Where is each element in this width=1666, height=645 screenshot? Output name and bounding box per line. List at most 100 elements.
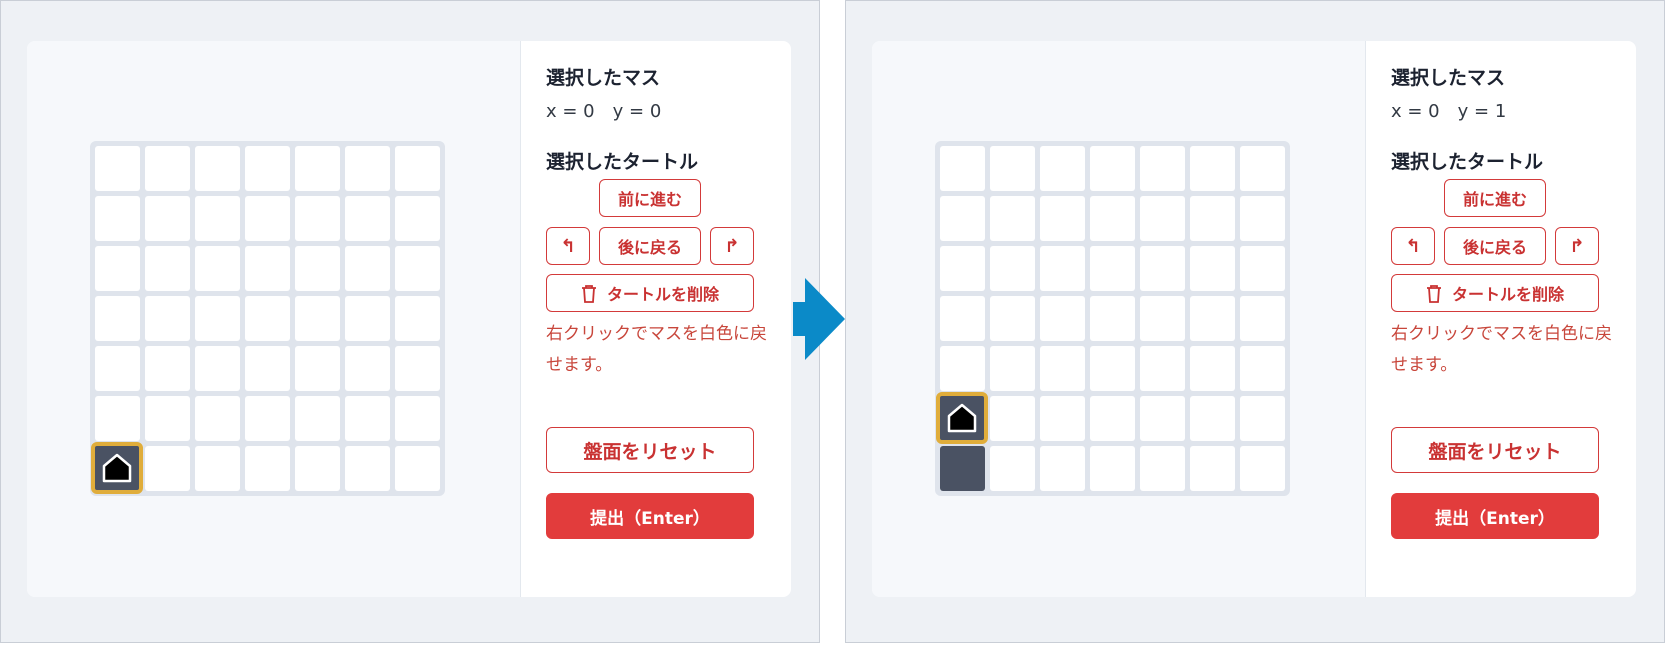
board-cell[interactable] [245,346,290,391]
board-cell[interactable] [345,196,390,241]
board-cell[interactable] [1140,446,1185,491]
board-cell[interactable] [95,196,140,241]
board-cell[interactable] [95,346,140,391]
board-cell[interactable] [195,196,240,241]
board-cell[interactable] [1090,196,1135,241]
board-cell[interactable] [1140,296,1185,341]
turtle-token[interactable] [936,392,988,444]
board-cell[interactable] [1140,246,1185,291]
board-cell[interactable] [395,296,440,341]
board-cell[interactable] [195,346,240,391]
board-cell[interactable] [245,446,290,491]
board-cell[interactable] [1240,146,1285,191]
board-cell[interactable] [1190,346,1235,391]
board-cell[interactable] [1040,246,1085,291]
submit-button[interactable]: 提出（Enter） [546,493,754,539]
board-cell[interactable] [145,246,190,291]
board-cell[interactable] [245,246,290,291]
board-cell[interactable] [1140,146,1185,191]
board-cell[interactable] [990,446,1035,491]
turn-right-button[interactable]: ↱ [1555,227,1599,265]
turtle-token[interactable] [91,442,143,494]
board-cell[interactable] [95,396,140,441]
board-cell[interactable] [295,396,340,441]
board-cell[interactable] [345,396,390,441]
board-cell[interactable] [295,346,340,391]
board-cell[interactable] [1090,346,1135,391]
board-cell[interactable] [145,396,190,441]
board-cell[interactable] [95,296,140,341]
board-cell[interactable] [145,146,190,191]
board-cell[interactable] [1040,446,1085,491]
board-cell[interactable] [1140,196,1185,241]
board-cell[interactable] [245,146,290,191]
reset-board-button[interactable]: 盤面をリセット [546,427,754,473]
board-cell[interactable] [1140,346,1185,391]
board-cell[interactable] [940,146,985,191]
board-cell[interactable] [245,196,290,241]
board-cell[interactable] [1040,346,1085,391]
board-cell[interactable] [245,296,290,341]
forward-button[interactable]: 前に進む [599,179,701,217]
board-cell[interactable] [1190,146,1235,191]
board-cell[interactable] [345,146,390,191]
board-cell[interactable] [940,196,985,241]
board-cell[interactable] [395,146,440,191]
board-cell[interactable] [1190,196,1235,241]
board-cell[interactable] [1240,396,1285,441]
board-cell[interactable] [990,146,1035,191]
back-button[interactable]: 後に戻る [599,227,701,265]
board-cell[interactable] [1040,196,1085,241]
board-cell[interactable] [1240,446,1285,491]
board-cell[interactable] [1090,396,1135,441]
board-cell[interactable] [95,146,140,191]
delete-turtle-button[interactable]: タートルを削除 [546,274,754,312]
board-cell[interactable] [345,446,390,491]
reset-board-button[interactable]: 盤面をリセット [1391,427,1599,473]
board-cell[interactable] [295,446,340,491]
board-cell[interactable] [345,296,390,341]
board-cell[interactable] [145,196,190,241]
board-cell[interactable] [990,196,1035,241]
forward-button[interactable]: 前に進む [1444,179,1546,217]
board-cell[interactable] [145,446,190,491]
board-cell[interactable] [990,396,1035,441]
back-button[interactable]: 後に戻る [1444,227,1546,265]
turn-left-button[interactable]: ↰ [546,227,590,265]
board-cell[interactable] [395,246,440,291]
board-cell[interactable] [940,246,985,291]
submit-button[interactable]: 提出（Enter） [1391,493,1599,539]
board-cell[interactable] [1040,296,1085,341]
board-cell[interactable] [1040,146,1085,191]
board-cell[interactable] [940,346,985,391]
board-cell[interactable] [295,296,340,341]
board-cell[interactable] [395,446,440,491]
board-cell[interactable] [1190,446,1235,491]
board-cell[interactable] [295,146,340,191]
board-cell[interactable] [1090,296,1135,341]
board-cell[interactable] [195,246,240,291]
board-cell[interactable] [95,246,140,291]
board-cell[interactable] [990,246,1035,291]
board-cell[interactable] [1240,296,1285,341]
board-cell[interactable] [395,396,440,441]
board-cell[interactable] [940,296,985,341]
board-cell[interactable] [345,346,390,391]
board-cell[interactable] [195,146,240,191]
board-cell[interactable] [1240,196,1285,241]
board-cell[interactable] [345,246,390,291]
delete-turtle-button[interactable]: タートルを削除 [1391,274,1599,312]
board-cell[interactable] [395,346,440,391]
board-cell[interactable] [1090,446,1135,491]
turn-right-button[interactable]: ↱ [710,227,754,265]
board-cell[interactable] [295,246,340,291]
board-cell[interactable] [1240,346,1285,391]
board-cell[interactable] [990,296,1035,341]
board-cell[interactable] [1040,396,1085,441]
board-cell[interactable] [295,196,340,241]
board-cell[interactable] [1090,246,1135,291]
board-cell[interactable] [1190,246,1235,291]
board-cell[interactable] [245,396,290,441]
board-cell[interactable] [145,296,190,341]
board-cell[interactable] [195,396,240,441]
